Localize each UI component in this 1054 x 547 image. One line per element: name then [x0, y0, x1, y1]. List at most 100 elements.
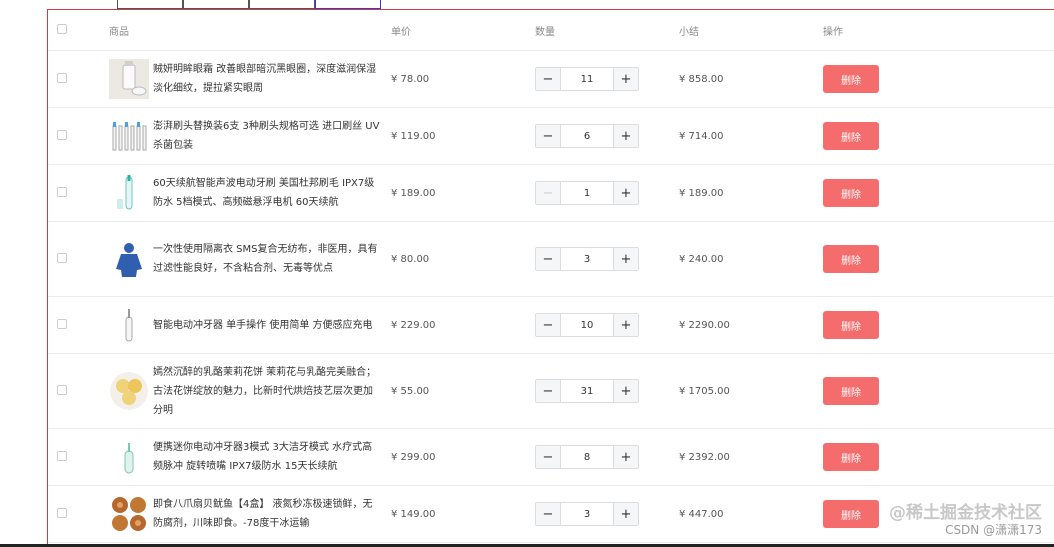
header-actions: 操作	[823, 10, 1054, 51]
quantity-stepper: −10 +	[535, 313, 639, 337]
product-name: 嫣然沉醉的乳酪茉莉花饼 茉莉花与乳酪完美融合；古法花饼绽放的魅力，比新时代烘焙技…	[153, 366, 377, 416]
quantity-stepper: −3 +	[535, 502, 639, 526]
header-price: 单价	[391, 10, 535, 51]
decrease-button[interactable]: −	[536, 125, 561, 147]
increase-button[interactable]: +	[613, 380, 638, 402]
increase-button[interactable]: +	[613, 125, 638, 147]
mini-flosser-icon	[109, 437, 149, 477]
delete-button[interactable]: 删除	[823, 245, 879, 273]
quantity-stepper: −6 +	[535, 124, 639, 148]
product-cell: 便携迷你电动冲牙器3模式 3大洁牙模式 水疗式高频脉冲 旋转喷嘴 IPX7级防水…	[109, 437, 391, 477]
delete-button[interactable]: 删除	[823, 500, 879, 528]
unit-price: ¥ 55.00	[391, 353, 535, 429]
delete-button[interactable]: 删除	[823, 377, 879, 405]
table-row: 一次性使用隔离衣 SMS复合无纺布，非医用，具有过滤性能良好，不含粘合剂、无毒等…	[48, 221, 1054, 297]
product-cell: 嫣然沉醉的乳酪茉莉花饼 茉莉花与乳酪完美融合；古法花饼绽放的魅力，比新时代烘焙技…	[109, 363, 391, 420]
subtotal: ¥ 1705.00	[679, 353, 823, 429]
table-row: 智能电动冲牙器 单手操作 使用简单 方便感应充电 ¥ 229.00−10 + ¥ 22…	[48, 296, 1054, 354]
table-row: 贼妍明眸眼霜 改善眼部暗沉黑眼圈，深度滋润保湿淡化细纹，提拉紧实眼周 ¥ 78.0…	[48, 50, 1054, 108]
scallop-icon	[109, 494, 149, 534]
table-row: 即食八爪扇贝鱿鱼【4盒】 液氮秒冻极速锁鲜，无防腐剂，川味即食。-78度干冰运输…	[48, 485, 1054, 543]
unit-price: ¥ 80.00	[391, 221, 535, 297]
product-name: 便携迷你电动冲牙器3模式 3大洁牙模式 水疗式高频脉冲 旋转喷嘴 IPX7级防水…	[153, 442, 373, 472]
isolation-gown-icon	[109, 239, 149, 279]
product-name: 智能电动冲牙器 单手操作 使用简单 方便感应充电	[153, 319, 373, 331]
decrease-button[interactable]: −	[536, 68, 561, 90]
quantity-input[interactable]: 3	[561, 503, 613, 525]
unit-price: ¥ 119.00	[391, 107, 535, 165]
water-flosser-icon	[109, 305, 149, 345]
flower-cake-icon	[109, 371, 149, 411]
product-cell: 贼妍明眸眼霜 改善眼部暗沉黑眼圈，深度滋润保湿淡化细纹，提拉紧实眼周	[109, 59, 391, 99]
increase-button[interactable]: +	[613, 446, 638, 468]
row-checkbox[interactable]	[57, 129, 67, 140]
top-tab[interactable]	[117, 0, 183, 9]
increase-button[interactable]: +	[613, 314, 638, 336]
quantity-input[interactable]: 11	[561, 68, 613, 90]
product-name: 澎湃刷头替换装6支 3种刷头规格可选 进口刷丝 UV杀菌包装	[153, 121, 380, 151]
table-row: 便携迷你电动冲牙器3模式 3大洁牙模式 水疗式高频脉冲 旋转喷嘴 IPX7级防水…	[48, 428, 1054, 486]
decrease-button[interactable]: −	[536, 380, 561, 402]
unit-price: ¥ 78.00	[391, 50, 535, 108]
select-all-checkbox[interactable]	[57, 23, 67, 34]
row-checkbox[interactable]	[57, 186, 67, 197]
top-tab-active[interactable]	[315, 0, 381, 9]
quantity-stepper: −31 +	[535, 379, 639, 403]
delete-button[interactable]: 删除	[823, 122, 879, 150]
product-cell: 即食八爪扇贝鱿鱼【4盒】 液氮秒冻极速锁鲜，无防腐剂，川味即食。-78度干冰运输	[109, 494, 391, 534]
table-row: 60天续航智能声波电动牙刷 美国杜邦刷毛 IPX7级防水 5档模式、高频磁悬浮电…	[48, 164, 1054, 222]
increase-button[interactable]: +	[613, 68, 638, 90]
quantity-stepper: −8 +	[535, 445, 639, 469]
cart-table: 商品 单价 数量 小结 操作 贼妍明眸眼霜 改善眼部暗沉黑眼圈，深度滋润保湿淡化…	[48, 10, 1054, 543]
unit-price: ¥ 189.00	[391, 164, 535, 222]
row-checkbox[interactable]	[57, 72, 67, 83]
quantity-input[interactable]: 10	[561, 314, 613, 336]
subtotal: ¥ 2392.00	[679, 428, 823, 486]
subtotal: ¥ 447.00	[679, 485, 823, 543]
delete-button[interactable]: 删除	[823, 311, 879, 339]
top-tab[interactable]	[183, 0, 249, 9]
top-tabs	[0, 0, 1054, 9]
product-cell: 60天续航智能声波电动牙刷 美国杜邦刷毛 IPX7级防水 5档模式、高频磁悬浮电…	[109, 173, 391, 213]
quantity-stepper: −11 +	[535, 67, 639, 91]
row-checkbox[interactable]	[57, 318, 67, 329]
decrease-button[interactable]: −	[536, 182, 561, 204]
delete-button[interactable]: 删除	[823, 179, 879, 207]
subtotal: ¥ 714.00	[679, 107, 823, 165]
top-tab[interactable]	[249, 0, 315, 9]
table-row: 澎湃刷头替换装6支 3种刷头规格可选 进口刷丝 UV杀菌包装 ¥ 119.00−6…	[48, 107, 1054, 165]
decrease-button[interactable]: −	[536, 314, 561, 336]
product-cell: 澎湃刷头替换装6支 3种刷头规格可选 进口刷丝 UV杀菌包装	[109, 116, 391, 156]
decrease-button[interactable]: −	[536, 446, 561, 468]
subtotal: ¥ 240.00	[679, 221, 823, 297]
increase-button[interactable]: +	[613, 182, 638, 204]
product-cell: 一次性使用隔离衣 SMS复合无纺布，非医用，具有过滤性能良好，不含粘合剂、无毒等…	[109, 239, 391, 279]
product-name: 一次性使用隔离衣 SMS复合无纺布，非医用，具有过滤性能良好，不含粘合剂、无毒等…	[153, 244, 378, 274]
quantity-input[interactable]: 8	[561, 446, 613, 468]
table-row: 嫣然沉醉的乳酪茉莉花饼 茉莉花与乳酪完美融合；古法花饼绽放的魅力，比新时代烘焙技…	[48, 353, 1054, 429]
product-name: 60天续航智能声波电动牙刷 美国杜邦刷毛 IPX7级防水 5档模式、高频磁悬浮电…	[153, 178, 375, 208]
brush-heads-icon	[109, 116, 149, 156]
increase-button[interactable]: +	[613, 248, 638, 270]
toothbrush-icon	[109, 173, 149, 213]
row-checkbox[interactable]	[57, 252, 67, 263]
product-name: 贼妍明眸眼霜 改善眼部暗沉黑眼圈，深度滋润保湿淡化细纹，提拉紧实眼周	[153, 64, 377, 94]
quantity-input[interactable]: 31	[561, 380, 613, 402]
row-checkbox[interactable]	[57, 507, 67, 518]
unit-price: ¥ 149.00	[391, 485, 535, 543]
row-checkbox[interactable]	[57, 384, 67, 395]
delete-button[interactable]: 删除	[823, 443, 879, 471]
header-product: 商品	[109, 10, 391, 51]
increase-button[interactable]: +	[613, 503, 638, 525]
quantity-input[interactable]: 1	[561, 182, 613, 204]
decrease-button[interactable]: −	[536, 503, 561, 525]
delete-button[interactable]: 删除	[823, 65, 879, 93]
table-header-row: 商品 单价 数量 小结 操作	[48, 10, 1054, 51]
quantity-input[interactable]: 6	[561, 125, 613, 147]
quantity-input[interactable]: 3	[561, 248, 613, 270]
subtotal: ¥ 2290.00	[679, 296, 823, 354]
quantity-stepper: −1 +	[535, 181, 639, 205]
unit-price: ¥ 299.00	[391, 428, 535, 486]
row-checkbox[interactable]	[57, 450, 67, 461]
decrease-button[interactable]: −	[536, 248, 561, 270]
